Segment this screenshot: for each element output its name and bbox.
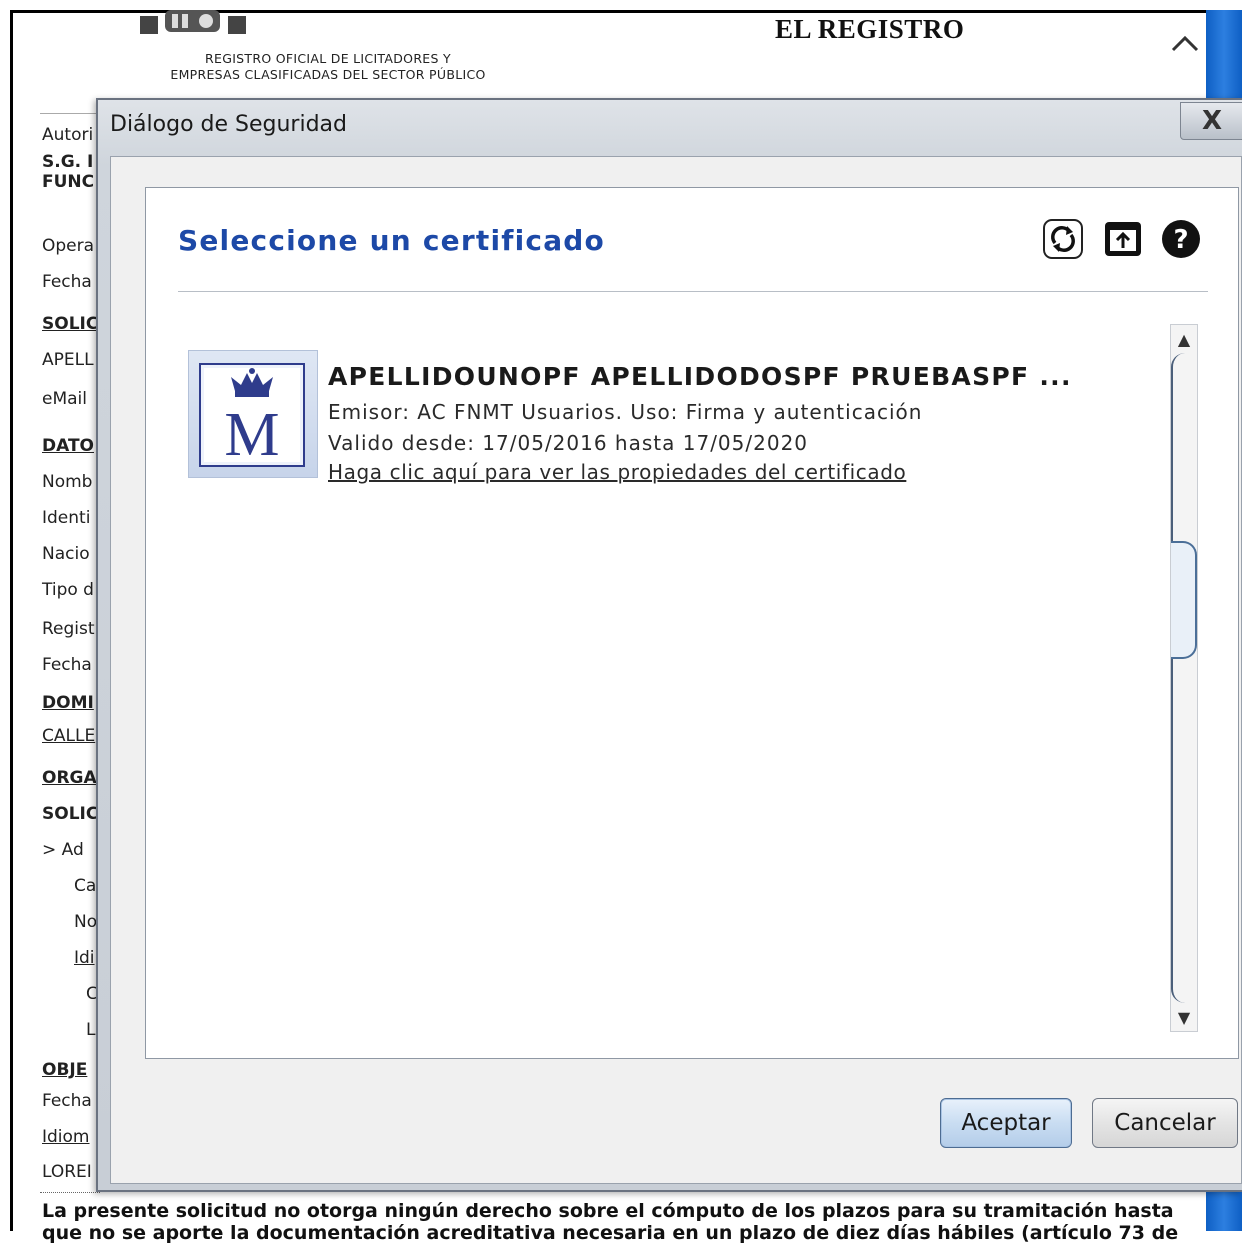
form-label: SOLIC (42, 804, 99, 824)
close-button[interactable]: X (1180, 102, 1242, 140)
divider (40, 113, 100, 114)
accept-button[interactable]: Aceptar (940, 1098, 1072, 1148)
form-label: Fecha (42, 1091, 92, 1111)
form-label: Ca (74, 876, 97, 896)
certificate-validity: Valido desde: 17/05/2016 hasta 17/05/202… (328, 431, 809, 455)
certificate-list-item[interactable]: M APELLIDOUNOPF APELLIDODOSPF PRUEBASPF … (188, 350, 1148, 484)
page-title: EL REGISTRO (775, 14, 965, 44)
registry-subtitle-line1: REGISTRO OFICIAL DE LICITADORES Y (205, 51, 451, 66)
crown-m-icon: M (224, 368, 280, 469)
refresh-icon (1043, 219, 1083, 259)
form-link[interactable]: Idi (74, 948, 95, 968)
form-label: FUNC (42, 172, 95, 192)
help-icon: ? (1162, 220, 1200, 258)
form-label: Nacio (42, 544, 90, 564)
export-button[interactable] (1102, 218, 1144, 260)
form-label: Tipo d (42, 580, 94, 600)
section-heading: DOMI (42, 693, 94, 713)
security-dialog: Diálogo de Seguridad X Seleccione un cer… (96, 98, 1242, 1192)
heading-divider (178, 291, 1208, 292)
section-heading: SOLIC (42, 314, 99, 334)
export-icon (1105, 222, 1141, 256)
certificate-panel: Seleccione un certificado ? M APELLIDOUN… (145, 187, 1239, 1059)
form-label: Fecha (42, 272, 92, 292)
certificate-name: APELLIDOUNOPF APELLIDODOSPF PRUEBASPF ..… (328, 362, 1072, 391)
certificate-logo: M (188, 350, 318, 478)
form-label: Fecha (42, 655, 92, 675)
svg-text:M: M (224, 401, 279, 465)
taskbar-edge-top (1206, 10, 1242, 100)
section-heading: OBJE (42, 1060, 88, 1080)
help-button[interactable]: ? (1160, 218, 1202, 260)
scroll-up-arrow-icon[interactable]: ▲ (1171, 325, 1197, 353)
chevron-up-icon[interactable] (1170, 30, 1200, 60)
section-heading: ORGA (42, 768, 97, 788)
certificate-issuer: Emisor: AC FNMT Usuarios. Uso: Firma y a… (328, 400, 923, 424)
form-label: Autori (42, 125, 94, 145)
scrollbar-thumb[interactable] (1171, 541, 1197, 659)
form-label: CALLE (42, 726, 96, 746)
section-heading: DATO (42, 436, 94, 456)
panel-heading: Seleccione un certificado (178, 224, 605, 257)
certificate-properties-link[interactable]: Haga clic aquí para ver las propiedades … (328, 460, 930, 484)
footer-notice: La presente solicitud no otorga ningún d… (42, 1200, 1179, 1244)
form-label: No (74, 912, 98, 932)
vertical-scrollbar[interactable]: ▲ ▼ (1170, 324, 1198, 1032)
form-label: Nomb (42, 472, 93, 492)
form-label: Identi (42, 508, 91, 528)
form-label: Opera (42, 236, 95, 256)
coat-of-arms-logo (140, 10, 246, 34)
form-label: Regist (42, 619, 95, 639)
form-label: APELL (42, 350, 94, 370)
dialog-title: Diálogo de Seguridad (110, 112, 347, 137)
refresh-button[interactable] (1042, 218, 1084, 260)
close-icon: X (1201, 106, 1223, 136)
form-label: L (86, 1020, 96, 1040)
form-label: eMail (42, 389, 87, 409)
registry-subtitle-line2: EMPRESAS CLASIFICADAS DEL SECTOR PÚBLICO (170, 67, 486, 82)
svg-text:?: ? (1173, 225, 1188, 255)
scroll-down-arrow-icon[interactable]: ▼ (1171, 1003, 1197, 1031)
form-link[interactable]: Idiom (42, 1127, 90, 1147)
form-label: LOREI (42, 1162, 92, 1182)
dialog-body: Seleccione un certificado ? M APELLIDOUN… (110, 156, 1242, 1184)
dotted-divider (40, 1192, 100, 1193)
scrollbar-track[interactable] (1171, 353, 1197, 1003)
form-label: S.G. I (42, 152, 94, 172)
form-label: > Ad (42, 840, 84, 860)
cancel-button[interactable]: Cancelar (1092, 1098, 1238, 1148)
